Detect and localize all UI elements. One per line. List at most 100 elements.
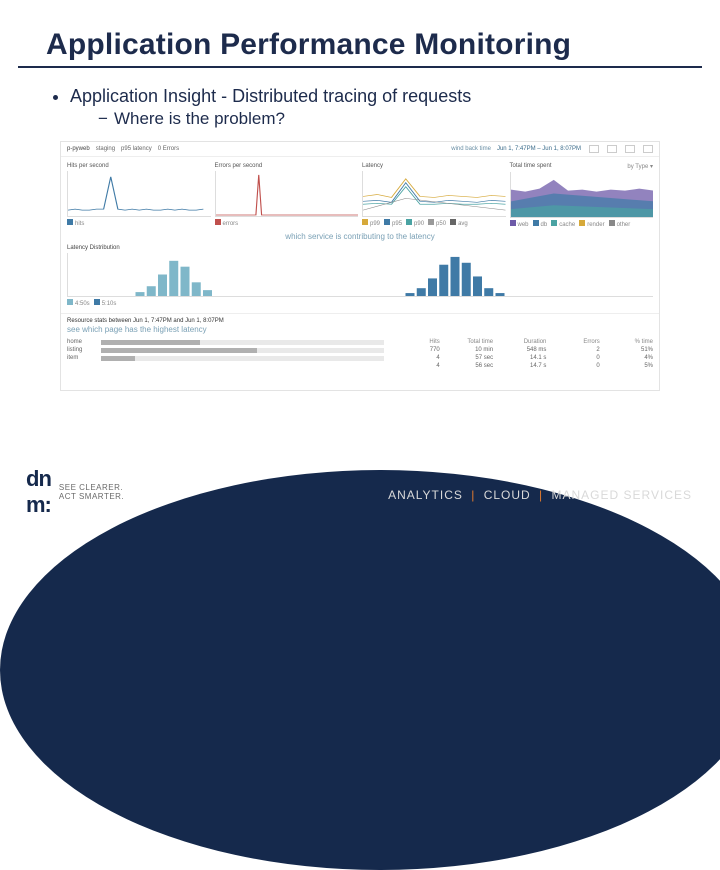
col-header: Total time bbox=[442, 339, 493, 345]
question-text-1: which service is contributing to the lat… bbox=[61, 230, 659, 245]
hist-plot bbox=[67, 253, 653, 297]
footer-services: ANALYTICS | CLOUD | MANAGED SERVICES bbox=[388, 488, 692, 502]
legend-item: cache bbox=[559, 222, 575, 228]
hist-title: Latency Distribution bbox=[67, 245, 653, 251]
legend-item: errors bbox=[223, 221, 239, 227]
screenshot-topbar: p-pyweb staging p95 latency 0 Errors win… bbox=[61, 142, 659, 157]
resource-rows: home listing item bbox=[67, 338, 384, 370]
embedded-screenshot: p-pyweb staging p95 latency 0 Errors win… bbox=[60, 141, 660, 391]
legend-item: render bbox=[587, 222, 604, 228]
logo-tagline: SEE CLEARER. ACT SMARTER. bbox=[59, 483, 124, 501]
resource-name: listing bbox=[67, 347, 97, 353]
errors-tag: 0 Errors bbox=[158, 146, 179, 152]
separator-icon: | bbox=[467, 488, 479, 502]
chart-legend: errors bbox=[215, 219, 359, 227]
legend-item: web bbox=[518, 222, 529, 228]
legend-item: hits bbox=[75, 221, 84, 227]
legend-item: 4:50s bbox=[75, 301, 90, 307]
chart-plot bbox=[510, 172, 654, 218]
subbullet-text: Where is the problem? bbox=[114, 109, 285, 128]
wind-back-label: wind back time bbox=[451, 146, 491, 152]
cell: 548 ms bbox=[495, 347, 546, 353]
cell: 2 bbox=[548, 347, 599, 353]
col-header: Errors bbox=[548, 339, 599, 345]
cell: 4 bbox=[388, 355, 439, 361]
hist-legend: 4:50s 5:10s bbox=[67, 299, 653, 307]
cell: 770 bbox=[388, 347, 439, 353]
legend-item: p50 bbox=[436, 221, 446, 227]
cell: 0 bbox=[548, 363, 599, 369]
resource-row[interactable]: home bbox=[67, 338, 384, 346]
legend-item: p95 bbox=[392, 221, 402, 227]
chart-latency: Latency p99 p95 p90 p50 avg bbox=[362, 163, 506, 228]
bullet-sub: −Where is the problem? bbox=[70, 109, 666, 129]
legend-item: db bbox=[541, 222, 548, 228]
type-selector[interactable]: Type bbox=[635, 164, 648, 170]
cell: 10 min bbox=[442, 347, 493, 353]
by-label: by bbox=[627, 164, 633, 170]
chart-title: Hits per second bbox=[67, 163, 211, 169]
table-row: 4 56 sec 14.7 s 0 5% bbox=[388, 362, 653, 370]
nav-next-icon[interactable] bbox=[625, 145, 635, 153]
chart-legend: hits bbox=[67, 219, 211, 227]
cell: 56 sec bbox=[442, 363, 493, 369]
legend-item: p90 bbox=[414, 221, 424, 227]
chart-legend: p99 p95 p90 p50 avg bbox=[362, 219, 506, 227]
resource-name: home bbox=[67, 339, 97, 345]
service-name: p-pyweb bbox=[67, 146, 90, 152]
col-header: % time bbox=[602, 339, 653, 345]
bullet-main: Application Insight - Distributed tracin… bbox=[70, 86, 666, 129]
cell: 14.1 s bbox=[495, 355, 546, 361]
chart-plot bbox=[215, 171, 359, 217]
cell: 4 bbox=[388, 363, 439, 369]
table-header: Hits Total time Duration Errors % time bbox=[388, 338, 653, 346]
chart-title-text: Total time spent bbox=[510, 163, 552, 169]
legend-item: other bbox=[617, 222, 631, 228]
table-row: 4 57 sec 14.1 s 0 4% bbox=[388, 354, 653, 362]
col-header: Duration bbox=[495, 339, 546, 345]
cell: 5% bbox=[602, 363, 653, 369]
footer: ANALYTICS | CLOUD | MANAGED SERVICES dnm… bbox=[0, 462, 720, 540]
cell: 0 bbox=[548, 355, 599, 361]
resource-table: Hits Total time Duration Errors % time 7… bbox=[388, 338, 653, 370]
chart-title: Latency bbox=[362, 163, 506, 169]
legend-item: avg bbox=[458, 221, 468, 227]
chart-totaltime: Total time spent by Type ▾ web db cache … bbox=[510, 163, 654, 228]
company-logo: dnm: SEE CLEARER. ACT SMARTER. bbox=[26, 466, 124, 518]
legend-item: p99 bbox=[370, 221, 380, 227]
service-analytics: ANALYTICS bbox=[388, 488, 463, 502]
chart-title: Errors per second bbox=[215, 163, 359, 169]
resource-heading: Resource stats between Jun 1, 7:47PM and… bbox=[67, 318, 653, 324]
slide-title: Application Performance Monitoring bbox=[18, 0, 702, 68]
resource-row[interactable]: listing bbox=[67, 346, 384, 354]
bullet-text: Application Insight - Distributed tracin… bbox=[70, 86, 471, 106]
cell: 14.7 s bbox=[495, 363, 546, 369]
time-range: Jun 1, 7:47PM – Jun 1, 8:07PM bbox=[497, 146, 581, 152]
chart-errors: Errors per second errors bbox=[215, 163, 359, 228]
dash: − bbox=[98, 109, 114, 128]
service-cloud: CLOUD bbox=[484, 488, 531, 502]
table-row: 770 10 min 548 ms 2 51% bbox=[388, 346, 653, 354]
cell: 57 sec bbox=[442, 355, 493, 361]
chart-hits: Hits per second hits bbox=[67, 163, 211, 228]
separator-icon: | bbox=[535, 488, 547, 502]
chart-legend: web db cache render other bbox=[510, 220, 654, 228]
legend-item: 5:10s bbox=[102, 301, 117, 307]
nav-first-icon[interactable] bbox=[589, 145, 599, 153]
cell: 51% bbox=[602, 347, 653, 353]
logo-mark: dnm: bbox=[26, 466, 51, 518]
latency-distribution: Latency Distribution bbox=[61, 245, 659, 313]
chart-title: Total time spent by Type ▾ bbox=[510, 163, 654, 170]
nav-last-icon[interactable] bbox=[643, 145, 653, 153]
tagline-2: ACT SMARTER. bbox=[59, 492, 124, 501]
tagline-1: SEE CLEARER. bbox=[59, 483, 124, 492]
cell: 4% bbox=[602, 355, 653, 361]
resource-name: item bbox=[67, 355, 97, 361]
resource-stats: Resource stats between Jun 1, 7:47PM and… bbox=[61, 313, 659, 376]
chart-plot bbox=[362, 171, 506, 217]
service-managed: MANAGED SERVICES bbox=[552, 488, 692, 502]
bullet-block: Application Insight - Distributed tracin… bbox=[0, 68, 720, 129]
nav-prev-icon[interactable] bbox=[607, 145, 617, 153]
resource-row[interactable]: item bbox=[67, 354, 384, 362]
metric-tag: p95 latency bbox=[121, 146, 152, 152]
